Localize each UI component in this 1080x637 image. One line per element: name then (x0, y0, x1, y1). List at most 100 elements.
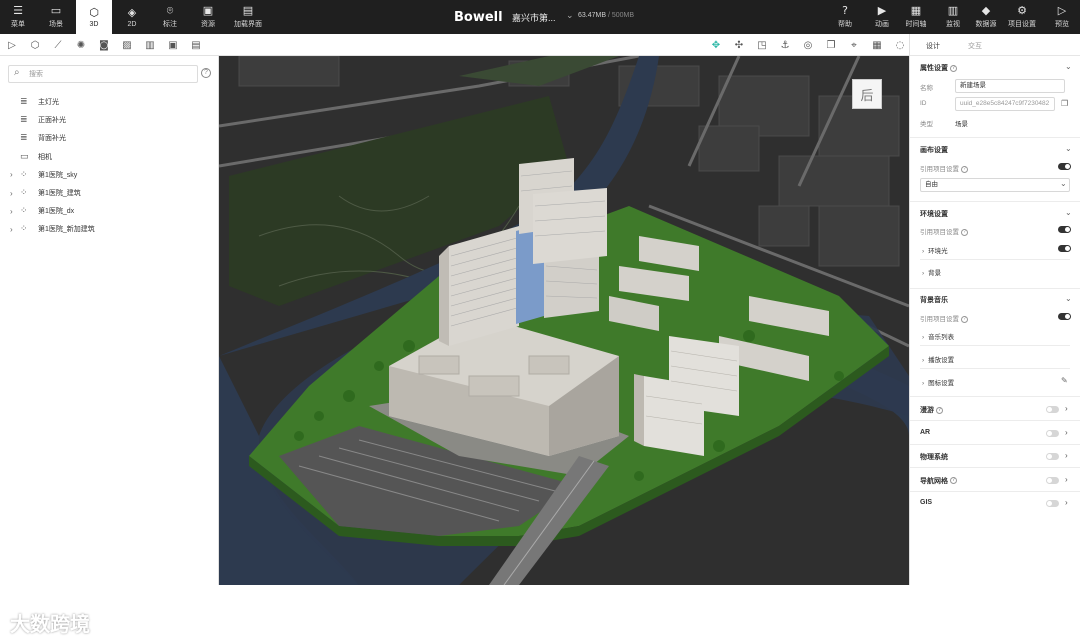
panel-icon[interactable]: ▤ (188, 37, 204, 53)
line-icon[interactable]: ⟋ (50, 37, 66, 53)
chevron-down-icon[interactable]: ⌄ (566, 10, 574, 21)
bgm-play-row[interactable]: › 播放设置 (922, 354, 954, 364)
switch-toggle[interactable] (1046, 429, 1059, 437)
tree-item[interactable]: › ⁘ 第1医院_sky (10, 168, 77, 182)
topbar-item-4[interactable]: ⌾ 标注 (152, 0, 188, 34)
tree-item[interactable]: ≣ 背面补光 (10, 131, 66, 145)
frame-icon[interactable]: ▣ (165, 37, 181, 53)
env-section-title[interactable]: 环境设置 (920, 209, 948, 219)
tab-design[interactable]: 设计 (926, 41, 940, 51)
env-ref-toggle[interactable] (1058, 226, 1071, 233)
chart-icon[interactable]: ▥ (142, 37, 158, 53)
env-bg-row[interactable]: › 背景 (922, 267, 941, 277)
box-icon[interactable]: ⬡ (27, 37, 43, 53)
3d-viewport[interactable]: 后 (219, 56, 909, 585)
switch-toggle[interactable] (1046, 500, 1059, 507)
tree-item[interactable]: ≣ 正面补光 (10, 113, 66, 127)
env-ambient-toggle[interactable] (1058, 245, 1071, 252)
topbar-item-2[interactable]: ⬡ 3D (76, 0, 112, 34)
focus-icon[interactable]: ⌖ (846, 37, 862, 53)
tree-item[interactable]: › ⁘ 第1医院_新加建筑 (10, 222, 95, 236)
anchor-icon[interactable]: ⚓ (777, 37, 793, 53)
switch-toggle[interactable] (1046, 476, 1059, 484)
chevron-right-icon[interactable]: › (10, 225, 20, 234)
scale-icon[interactable]: ◳ (754, 37, 770, 53)
project-name[interactable]: 嘉兴市第... (512, 11, 556, 24)
switch-row[interactable]: 漫游? (920, 405, 943, 415)
topbar-right-item-1[interactable]: ▶ 动画 (864, 0, 900, 34)
switch-toggle[interactable] (1046, 453, 1059, 460)
rotate-icon[interactable]: ✣ (731, 37, 747, 53)
switch-row[interactable]: 物理系统 (920, 452, 948, 462)
chevron-right-icon[interactable]: › (1065, 428, 1068, 437)
tab-interaction[interactable]: 交互 (968, 41, 982, 51)
topbar-right-item-5[interactable]: ⚙ 项目设置 (1004, 0, 1040, 34)
nav-cube[interactable]: 后 (852, 79, 882, 109)
switch-row[interactable]: 导航网格? (920, 476, 957, 486)
name-field[interactable]: 新建场景 (955, 79, 1065, 93)
chevron-right-icon[interactable]: › (1065, 404, 1068, 413)
env-ambient-row[interactable]: › 环境光 (922, 245, 948, 255)
tree-item[interactable]: ▭ 相机 (10, 150, 52, 164)
copy-icon[interactable]: ❐ (823, 37, 839, 53)
bgm-list-row[interactable]: › 音乐列表 (922, 331, 954, 341)
chevron-right-icon[interactable]: › (1065, 475, 1068, 484)
topbar-item-3[interactable]: ◈ 2D (114, 0, 150, 34)
image-icon[interactable]: ▨ (119, 37, 135, 53)
topbar-right-item-4[interactable]: ◆ 数据源 (968, 0, 1004, 34)
topbar-right-item-3[interactable]: ▥ 监视 (935, 0, 971, 34)
switch-row[interactable]: GIS (920, 499, 932, 506)
canvas-section-title[interactable]: 画布设置 (920, 145, 948, 155)
chevron-right-icon[interactable]: › (1065, 451, 1068, 460)
memory-limit: / 500MB (607, 12, 635, 19)
grid-icon[interactable]: ▦ (869, 37, 885, 53)
chevron-down-icon[interactable]: ⌄ (1065, 208, 1072, 217)
switch-toggle[interactable] (1046, 406, 1059, 413)
help-icon[interactable]: ? (961, 165, 968, 173)
tree-item[interactable]: › ⁘ 第1医院_建筑 (10, 186, 81, 200)
chevron-right-icon[interactable]: › (10, 207, 20, 216)
bgm-icon-row[interactable]: › 图标设置 (922, 377, 954, 387)
topbar-right-item-2[interactable]: ▦ 时间轴 (898, 0, 934, 34)
chevron-down-icon[interactable]: ⌄ (1065, 294, 1072, 303)
help-icon[interactable]: ? (950, 477, 957, 485)
topbar-right-item-6[interactable]: ▷ 预览 (1044, 0, 1080, 34)
id-field[interactable]: uuid_e28e5c84247c9f7230482 (955, 97, 1055, 111)
help-icon[interactable]: ? (950, 64, 957, 72)
chevron-down-icon[interactable]: ⌄ (1065, 144, 1072, 153)
tree-item[interactable]: › ⁘ 第1医院_dx (10, 204, 74, 218)
bgm-section-title[interactable]: 背景音乐 (920, 295, 948, 305)
topbar-item-5[interactable]: ▣ 资源 (190, 0, 226, 34)
topbar-item-6[interactable]: ▤ 加载界面 (228, 0, 268, 34)
search-input[interactable]: 搜索 (8, 65, 198, 83)
chevron-down-icon[interactable]: ⌄ (1065, 62, 1072, 71)
bgm-ref-toggle[interactable] (1058, 313, 1071, 320)
chevron-right-icon[interactable]: › (10, 189, 20, 198)
camera-icon[interactable]: ◙ (96, 37, 112, 53)
target-icon[interactable]: ◎ (800, 37, 816, 53)
edit-icon[interactable]: ✎ (1061, 376, 1068, 385)
chevron-right-icon[interactable]: › (1065, 498, 1068, 507)
attr-section-title[interactable]: 属性设置? (920, 63, 957, 73)
chevron-down-icon[interactable]: ⌄ (1060, 179, 1067, 188)
help-icon[interactable]: ? (961, 228, 968, 236)
copy-icon[interactable]: ❐ (1061, 99, 1068, 108)
move-icon[interactable]: ✥ (708, 37, 724, 53)
topbar-item-1[interactable]: ▭ 场景 (38, 0, 74, 34)
select-icon[interactable]: ▷ (4, 37, 20, 53)
tree-item[interactable]: ≣ 主灯光 (10, 95, 59, 109)
topbar-right-item-0[interactable]: ? 帮助 (827, 0, 863, 34)
layers-icon: ◈ (127, 5, 137, 19)
switch-row[interactable]: AR (920, 429, 930, 436)
light-icon[interactable]: ✺ (73, 37, 89, 53)
canvas-mode-select[interactable]: 自由 (920, 178, 1070, 192)
canvas-ref-toggle[interactable] (1058, 163, 1071, 170)
topbar-item-0[interactable]: ☰ 菜单 (0, 0, 36, 34)
divider (920, 345, 1070, 346)
help-icon[interactable]: ? (201, 68, 211, 78)
help-icon[interactable]: ? (961, 315, 968, 323)
help-icon[interactable]: ? (936, 406, 943, 414)
chevron-right-icon[interactable]: › (10, 170, 20, 179)
box-icon: ▣ (202, 4, 214, 17)
more-icon[interactable]: ◌ (892, 37, 908, 53)
